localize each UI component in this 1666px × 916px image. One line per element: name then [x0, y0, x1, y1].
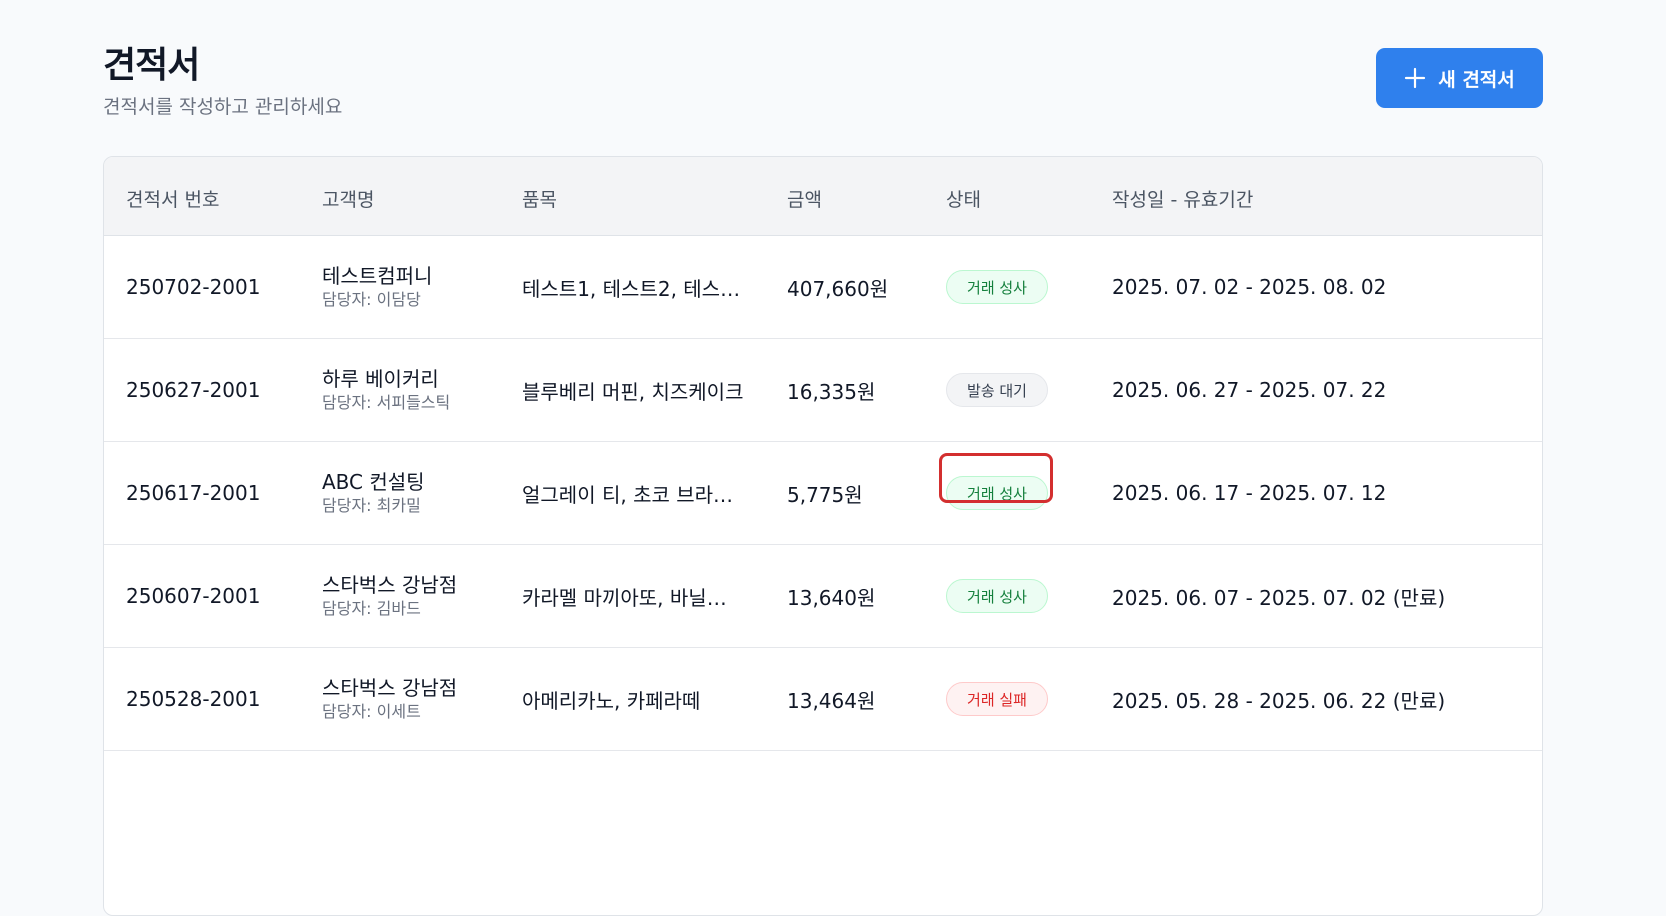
column-header-dates[interactable]: 작성일 - 유효기간: [1112, 185, 1253, 212]
dates: 2025. 06. 17 - 2025. 07. 12: [1112, 481, 1387, 505]
column-header-status[interactable]: 상태: [946, 185, 981, 212]
status-cell: 거래 성사: [946, 236, 1048, 338]
items-text: 얼그레이 티, 초코 브라우니: [522, 482, 744, 507]
items-cell: 블루베리 머핀, 치즈케이크: [522, 339, 743, 441]
customer-cell: 하루 베이커리 담당자: 서피들스틱: [322, 339, 450, 441]
dates: 2025. 05. 28 - 2025. 06. 22 (만료): [1112, 688, 1446, 713]
column-header-customer[interactable]: 고객명: [322, 185, 374, 212]
quote-number: 250607-2001: [126, 584, 261, 608]
items-cell: 아메리카노, 카페라떼: [522, 648, 700, 750]
quote-number: 250702-2001: [126, 275, 261, 299]
quotes-table: 견적서 번호 고객명 품목 금액 상태 작성일 - 유효기간 250702-20…: [103, 156, 1543, 916]
page-subtitle: 견적서를 작성하고 관리하세요: [103, 96, 343, 118]
customer-cell: 테스트컴퍼니 담당자: 이담당: [322, 236, 432, 338]
plus-icon: [1405, 67, 1426, 89]
items-text: 아메리카노, 카페라떼: [522, 688, 701, 713]
customer-cell: 스타벅스 강남점 담당자: 김바드: [322, 545, 457, 647]
table-row[interactable]: 250528-2001 스타벅스 강남점 담당자: 이세트 아메리카노, 카페라…: [104, 648, 1542, 751]
customer-name: 스타벅스 강남점: [322, 573, 458, 597]
quote-number: 250627-2001: [126, 378, 261, 402]
amount: 407,660원: [787, 276, 889, 301]
customer-cell: ABC 컨설팅 담당자: 최카밀: [322, 442, 425, 544]
quote-number: 250528-2001: [126, 687, 261, 711]
status-badge: 발송 대기: [946, 373, 1048, 407]
customer-contact: 담당자: 이담당: [322, 290, 421, 309]
table-row[interactable]: 250617-2001 ABC 컨설팅 담당자: 최카밀 얼그레이 티, 초코 …: [104, 442, 1542, 545]
status-badge: 거래 실패: [946, 682, 1048, 716]
status-badge: 거래 성사: [946, 270, 1048, 304]
new-quote-button[interactable]: 새 견적서: [1376, 48, 1543, 108]
column-header-amount[interactable]: 금액: [787, 185, 822, 212]
status-cell: 발송 대기: [946, 339, 1048, 441]
amount: 13,464원: [787, 688, 876, 713]
table-row[interactable]: 250702-2001 테스트컴퍼니 담당자: 이담당 테스트1, 테스트2, …: [104, 236, 1542, 339]
customer-contact: 담당자: 서피들스틱: [322, 393, 451, 412]
status-badge: 거래 성사: [946, 579, 1048, 613]
dates: 2025. 07. 02 - 2025. 08. 02: [1112, 275, 1387, 299]
items-cell: 테스트1, 테스트2, 테스트3: [522, 236, 744, 338]
customer-name: 하루 베이커리: [322, 367, 439, 391]
amount: 16,335원: [787, 379, 876, 404]
items-text: 테스트1, 테스트2, 테스트3: [522, 276, 744, 301]
column-header-items[interactable]: 품목: [522, 185, 557, 212]
amount: 13,640원: [787, 585, 876, 610]
customer-name: 스타벅스 강남점: [322, 676, 458, 700]
page-title: 견적서: [103, 45, 200, 86]
status-cell: 거래 성사: [946, 442, 1048, 544]
table-header: 견적서 번호 고객명 품목 금액 상태 작성일 - 유효기간: [104, 157, 1542, 236]
items-text: 카라멜 마끼아또, 바닐라 ...: [522, 585, 744, 610]
items-cell: 카라멜 마끼아또, 바닐라 ...: [522, 545, 744, 647]
column-header-number[interactable]: 견적서 번호: [126, 185, 219, 212]
items-cell: 얼그레이 티, 초코 브라우니: [522, 442, 744, 544]
customer-contact: 담당자: 김바드: [322, 599, 421, 618]
customer-cell: 스타벅스 강남점 담당자: 이세트: [322, 648, 457, 750]
status-badge: 거래 성사: [946, 476, 1048, 510]
customer-name: 테스트컴퍼니: [322, 264, 433, 288]
quote-number: 250617-2001: [126, 481, 261, 505]
table-row[interactable]: 250607-2001 스타벅스 강남점 담당자: 김바드 카라멜 마끼아또, …: [104, 545, 1542, 648]
items-text: 블루베리 머핀, 치즈케이크: [522, 379, 744, 404]
dates: 2025. 06. 07 - 2025. 07. 02 (만료): [1112, 585, 1446, 610]
new-quote-button-label: 새 견적서: [1438, 68, 1515, 91]
amount: 5,775원: [787, 482, 863, 507]
status-cell: 거래 실패: [946, 648, 1048, 750]
dates: 2025. 06. 27 - 2025. 07. 22: [1112, 378, 1387, 402]
customer-contact: 담당자: 이세트: [322, 702, 421, 721]
customer-name: ABC 컨설팅: [322, 470, 425, 494]
table-row[interactable]: 250627-2001 하루 베이커리 담당자: 서피들스틱 블루베리 머핀, …: [104, 339, 1542, 442]
status-cell: 거래 성사: [946, 545, 1048, 647]
customer-contact: 담당자: 최카밀: [322, 496, 421, 515]
